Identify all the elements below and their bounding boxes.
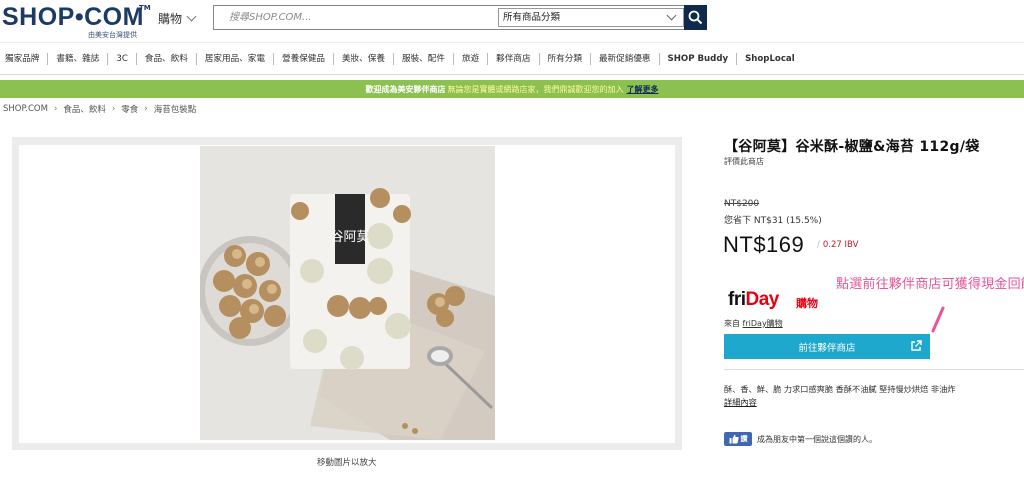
logo-subtitle: 由美安台灣提供 — [88, 31, 137, 39]
facebook-like-text: 成為朋友中第一個說這個讚的人。 — [757, 434, 877, 444]
banner-learn-more-link[interactable]: 了解更多 — [627, 84, 659, 95]
nav-item-shoplocal[interactable]: ShopLocal — [737, 53, 803, 65]
product-photo[interactable]: 谷阿莫 — [200, 146, 495, 440]
chevron-right-icon: › — [144, 104, 148, 114]
product-title: 【谷阿莫】谷米酥-椒鹽&海苔 112g/袋 — [724, 139, 980, 155]
gallery-frame: 谷阿莫 — [19, 145, 675, 443]
section-divider — [724, 369, 1024, 370]
product-description: 酥、香、鮮、脆 力求口感爽脆 香酥不油膩 堅持慢炒烘焙 非油炸 詳細內容 — [724, 383, 999, 409]
seller-source-label: 來自 — [724, 319, 740, 328]
breadcrumb-item[interactable]: SHOP.COM — [3, 104, 48, 114]
nav-item-all-categories[interactable]: 所有分類 — [540, 52, 591, 65]
ibv-divider: / — [817, 240, 820, 250]
category-select-value: 所有商品分類 — [503, 12, 561, 23]
nav-item-exclusive-brands[interactable]: 獨家品牌 — [0, 52, 49, 65]
breadcrumb: SHOP.COM › 食品、飲料 › 零食 › 海苔包裝點 — [3, 103, 196, 115]
shop-menu-dropdown[interactable]: 購物 — [158, 9, 197, 27]
breadcrumb-item[interactable]: 零食 — [121, 103, 138, 115]
category-select[interactable]: 所有商品分類 — [498, 8, 684, 27]
external-link-icon — [911, 340, 922, 351]
thumbs-up-icon — [729, 434, 739, 444]
chevron-right-icon: › — [111, 104, 116, 114]
nav-item-shop-buddy[interactable]: SHOP Buddy — [660, 52, 738, 65]
chevron-right-icon: › — [53, 104, 58, 114]
partner-banner: 歡迎成為美安夥伴商店 無論您是實體或網路店家，我們鼎誠歡迎您的加入 了解更多 — [0, 80, 1024, 98]
nav-item-partner-stores[interactable]: 夥伴商店 — [488, 52, 540, 65]
chevron-down-icon — [186, 11, 197, 21]
facebook-like-button[interactable]: 讚 — [724, 432, 752, 446]
rate-store-link[interactable]: 評價此商店 — [724, 156, 764, 167]
original-price: NT$200 — [724, 199, 760, 209]
ibv-text: 0.27 IBV — [822, 240, 859, 250]
nav-item-apparel[interactable]: 服裝、配件 — [394, 52, 454, 65]
seller-source: 來自 friDay購物 — [724, 318, 783, 329]
shop-com-logo[interactable]: SHOP•COM TM 由美安台灣提供 — [2, 2, 152, 39]
gallery-caption: 移動圖片以放大 — [317, 458, 377, 468]
more-details-link[interactable]: 詳細內容 — [724, 396, 999, 409]
nav-item-food[interactable]: 食品、飲料 — [137, 52, 197, 65]
facebook-like: 讚 成為朋友中第一個說這個讚的人。 — [724, 432, 877, 446]
friday-logo-shopping: 購物 — [796, 297, 818, 310]
friday-logo-fri: fri — [728, 289, 746, 310]
product-gallery: 谷阿莫 — [12, 137, 682, 450]
cashback-annotation: 點選前往夥伴商店可獲得現金回饋 — [836, 277, 1024, 292]
friday-logo[interactable]: friDay 購物 — [728, 289, 828, 313]
banner-message: 無論您是實體或網路店家，我們鼎誠歡迎您的加入 — [447, 84, 624, 94]
product-photo-illustration: 谷阿莫 — [200, 146, 495, 440]
cta-label: 前往夥伴商店 — [798, 342, 856, 354]
nav-item-beauty[interactable]: 美妝、保養 — [334, 52, 394, 65]
current-price: NT$169 — [723, 232, 805, 257]
facebook-like-label: 讚 — [740, 435, 748, 443]
friday-logo-day: Day — [745, 289, 780, 310]
breadcrumb-item[interactable]: 海苔包裝點 — [154, 103, 197, 115]
pen-mark-icon — [931, 306, 945, 333]
chevron-down-icon — [666, 10, 677, 21]
search-icon — [688, 10, 703, 25]
breadcrumb-item[interactable]: 食品、飲料 — [63, 103, 106, 115]
nav-item-travel[interactable]: 旅遊 — [454, 52, 489, 65]
logo-trademark: TM — [139, 4, 151, 12]
nav-item-deals[interactable]: 最新促銷優惠 — [591, 52, 660, 65]
seller-link[interactable]: friDay購物 — [743, 319, 783, 328]
shop-menu-label: 購物 — [158, 11, 183, 26]
package-brand-text: 谷阿莫 — [330, 230, 369, 245]
go-to-partner-store-button[interactable]: 前往夥伴商店 — [724, 334, 930, 359]
category-nav: 獨家品牌 書籍、雜誌 3C 食品、飲料 居家用品、家電 營養保健品 美妝、保養 … — [0, 42, 1024, 75]
site-header: SHOP•COM TM 由美安台灣提供 購物 所有商品分類 — [0, 0, 1024, 42]
friday-logo-wordmark: friDay — [728, 289, 779, 311]
savings-text: 您省下 NT$31 (15.5%) — [724, 216, 822, 226]
search-bar: 所有商品分類 — [213, 5, 707, 30]
description-text: 酥、香、鮮、脆 力求口感爽脆 香酥不油膩 堅持慢炒烘焙 非油炸 — [724, 384, 956, 394]
ibv-value: /0.27 IBV — [817, 240, 858, 250]
logo-text: SHOP•COM — [2, 3, 144, 31]
nav-item-nutrition[interactable]: 營養保健品 — [274, 52, 334, 65]
nav-item-home[interactable]: 居家用品、家電 — [197, 52, 274, 65]
banner-headline: 歡迎成為美安夥伴商店 — [365, 84, 446, 94]
nav-item-3c[interactable]: 3C — [108, 52, 137, 65]
search-input[interactable] — [214, 6, 497, 29]
nav-item-books[interactable]: 書籍、雜誌 — [48, 52, 109, 65]
search-button[interactable] — [684, 5, 707, 30]
